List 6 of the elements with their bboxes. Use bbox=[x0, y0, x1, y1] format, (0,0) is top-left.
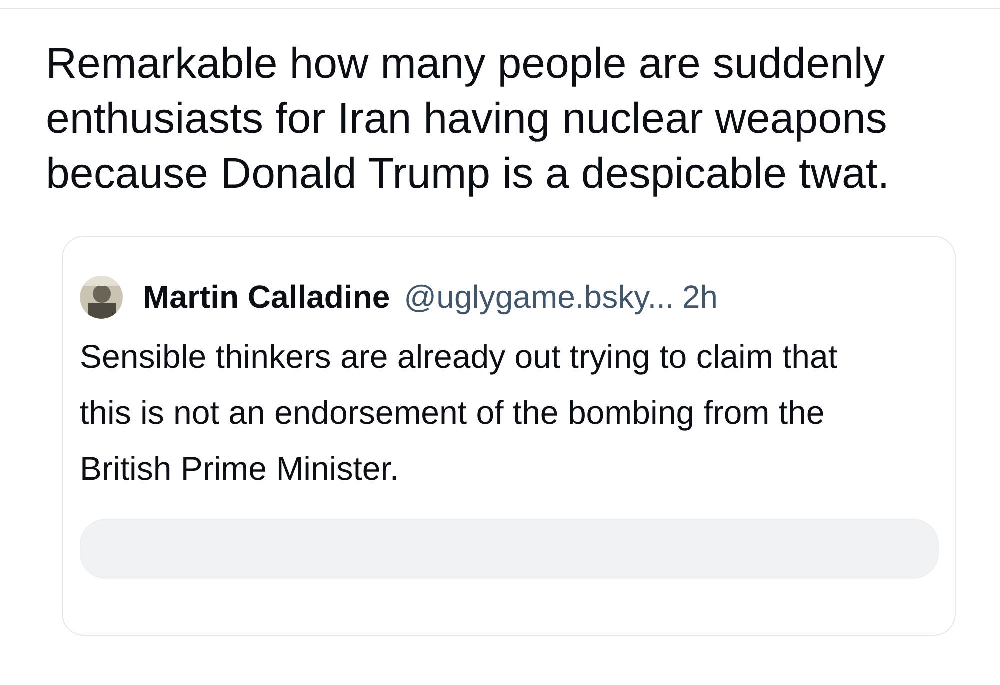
post-text: Remarkable how many people are suddenly enthusiasts for Iran having nuclear weapons because Donald Trump is a despicable twat. bbox=[46, 39, 891, 200]
author-name[interactable]: Martin Calladine bbox=[143, 273, 390, 321]
quoted-post-card[interactable]: Martin Calladine @uglygame.bsky... 2h Sensible thinkers are already out trying to claim that this is not an endorsement of the bombing from the British Prime Minister. bbox=[62, 236, 956, 636]
quoted-post-text: Sensible thinkers are already out trying to claim that this is not an endorsement of the bombing from the British Prime Minister. bbox=[80, 337, 839, 489]
post-time: 2h bbox=[682, 278, 718, 317]
author-handle: @uglygame.bsky... bbox=[404, 278, 674, 317]
